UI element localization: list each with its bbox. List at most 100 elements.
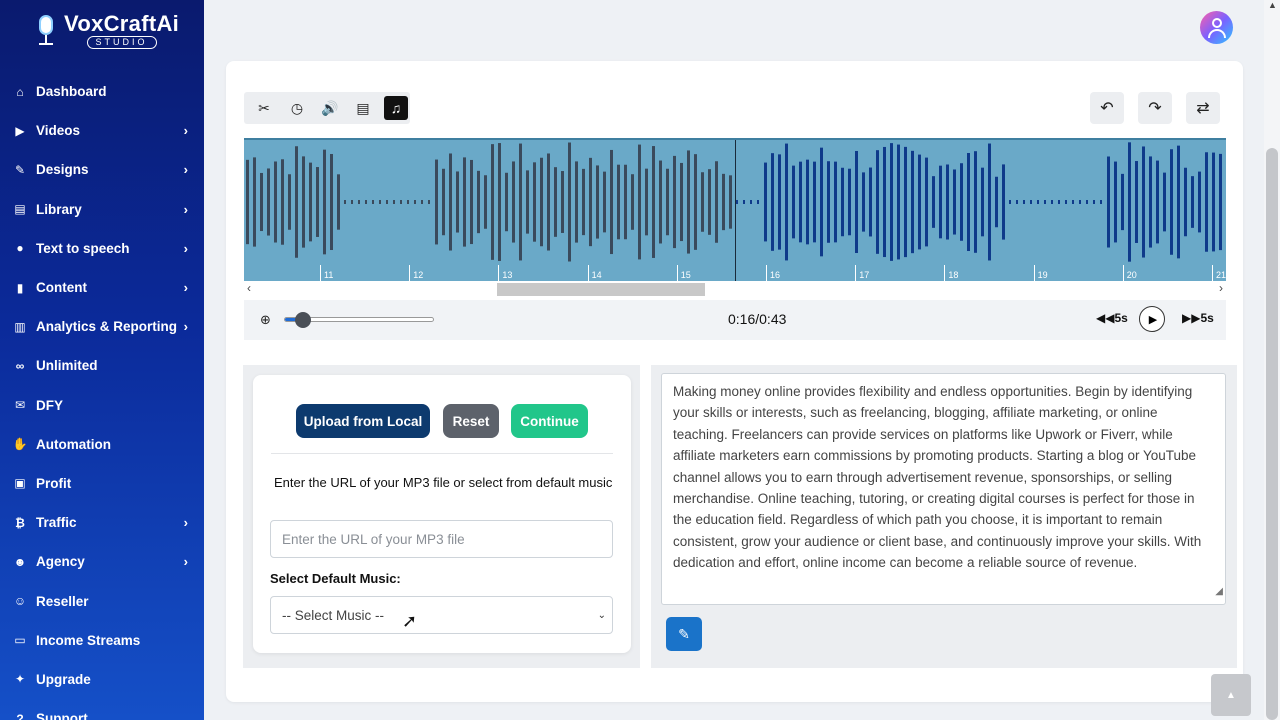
sidebar-item-agency[interactable]: ☻ Agency › xyxy=(0,542,204,581)
design-icon: ✎ xyxy=(14,162,26,177)
script-textarea[interactable]: Making money online provides flexibility… xyxy=(661,373,1226,605)
volume-icon[interactable]: 🔊 xyxy=(318,96,342,120)
wrench-icon: ✦ xyxy=(14,672,26,687)
waveform-scrollbar[interactable]: ‹ › xyxy=(244,281,1226,297)
sidebar-item-income-streams[interactable]: ▭ Income Streams xyxy=(0,621,204,660)
forward-button[interactable]: ▶▶5s xyxy=(1182,311,1214,325)
waveform-scroll-thumb[interactable] xyxy=(497,283,705,296)
file-audio-icon[interactable]: ▤ xyxy=(351,96,375,120)
waveform-bar xyxy=(652,146,655,258)
waveform-bar xyxy=(736,200,738,204)
waveform-bar xyxy=(288,174,291,230)
chevron-right-icon: › xyxy=(183,123,188,139)
waveform-bar xyxy=(1177,145,1180,259)
waveform-bar xyxy=(995,176,998,228)
zoom-slider-knob[interactable] xyxy=(294,312,311,328)
scroll-to-top-button[interactable]: ▲ xyxy=(1211,674,1251,716)
sidebar-item-upgrade[interactable]: ✦ Upgrade xyxy=(0,660,204,699)
waveform-bar xyxy=(1030,200,1032,204)
rewind-button[interactable]: ◀◀5s xyxy=(1096,311,1128,325)
waveform-bar xyxy=(981,167,984,237)
timeline-tick-label: 11 xyxy=(324,270,334,280)
sidebar-item-library[interactable]: ▤ Library › xyxy=(0,190,204,229)
sidebar-item-designs[interactable]: ✎ Designs › xyxy=(0,150,204,189)
waveform-bar xyxy=(1184,167,1187,237)
scroll-up-icon[interactable]: ▲ xyxy=(1268,0,1277,10)
sidebar-item-label: Profit xyxy=(36,475,72,491)
rewind-label: 5s xyxy=(1114,311,1128,325)
zoom-slider[interactable] xyxy=(284,312,434,328)
play-button[interactable]: ▶ xyxy=(1139,306,1165,332)
waveform-bar xyxy=(764,162,767,242)
waveform-bar xyxy=(498,143,501,261)
waveform-bar xyxy=(484,175,487,229)
edit-script-button[interactable]: ✎ xyxy=(666,617,702,651)
history-tools: ↶ ↷ ⇄ xyxy=(1090,92,1220,124)
undo-icon[interactable]: ↶ xyxy=(1090,92,1124,124)
page-scrollbar[interactable]: ▲ xyxy=(1264,0,1280,720)
waveform-bar xyxy=(834,161,837,243)
waveform-bar xyxy=(1002,164,1005,240)
waveform-bar xyxy=(1009,200,1011,204)
waveform-bar xyxy=(246,159,249,245)
timeline-tick-label: 19 xyxy=(1037,270,1048,280)
default-music-select[interactable]: -- Select Music -- ⌄ xyxy=(270,596,613,634)
waveform-bar xyxy=(414,200,416,204)
loop-icon[interactable]: ⇄ xyxy=(1186,92,1220,124)
sidebar-item-analytics-reporting[interactable]: ▥ Analytics & Reporting › xyxy=(0,307,204,346)
music-icon[interactable]: ♫ xyxy=(384,96,408,120)
scissors-icon[interactable]: ✂ xyxy=(252,96,276,120)
scroll-right-icon[interactable]: › xyxy=(1219,281,1223,295)
sidebar-item-unlimited[interactable]: ∞ Unlimited xyxy=(0,346,204,385)
waveform-bar xyxy=(624,164,627,240)
book-icon: ▤ xyxy=(14,202,26,217)
waveform-bar xyxy=(561,171,564,233)
waveform-bar xyxy=(456,171,459,233)
waveform-bar xyxy=(645,168,648,236)
playhead-cursor[interactable] xyxy=(735,140,736,281)
waveform-bar xyxy=(687,150,690,254)
sidebar-item-reseller[interactable]: ☺ Reseller xyxy=(0,581,204,620)
sidebar-item-dashboard[interactable]: ⌂ Dashboard xyxy=(0,72,204,111)
resize-handle-icon[interactable]: ◢ xyxy=(1215,581,1223,602)
sidebar-item-dfy[interactable]: ✉ DFY xyxy=(0,386,204,425)
brand-logo[interactable]: VoxCraftAi STUDIO xyxy=(0,0,204,62)
sidebar-item-automation[interactable]: ✋ Automation xyxy=(0,425,204,464)
waveform-bar xyxy=(925,157,928,247)
sidebar-item-label: DFY xyxy=(36,397,63,413)
gift-icon: ✉ xyxy=(14,398,26,413)
waveform-bar xyxy=(1065,200,1067,204)
timeline-tick-label: 13 xyxy=(502,270,513,280)
upload-local-button[interactable]: Upload from Local xyxy=(296,404,430,438)
mp3-url-input[interactable] xyxy=(270,520,613,558)
divider xyxy=(271,453,613,454)
page-scroll-thumb[interactable] xyxy=(1266,148,1278,720)
waveform[interactable]: 11 12 13 14 15 16 17 18 19 20 21 xyxy=(244,138,1226,281)
waveform-bar xyxy=(1058,200,1060,204)
redo-icon[interactable]: ↷ xyxy=(1138,92,1172,124)
chevron-down-icon: ⌄ xyxy=(597,610,606,621)
waveform-bar xyxy=(358,200,360,204)
sidebar-item-traffic[interactable]: ₿ Traffic › xyxy=(0,503,204,542)
sidebar-item-videos[interactable]: ▶ Videos › xyxy=(0,111,204,150)
sidebar-item-content[interactable]: ▮ Content › xyxy=(0,268,204,307)
sidebar-item-profit[interactable]: ▣ Profit xyxy=(0,464,204,503)
timeline-tick: 19 xyxy=(1033,265,1048,281)
users-icon: ☻ xyxy=(13,554,27,569)
reset-button[interactable]: Reset xyxy=(443,404,499,438)
waveform-bar xyxy=(386,200,388,204)
waveform-bar xyxy=(1072,200,1074,204)
waveform-bar xyxy=(827,161,830,243)
clock-icon[interactable]: ◷ xyxy=(285,96,309,120)
chart-icon: ▥ xyxy=(14,319,26,334)
timeline-tick: 14 xyxy=(587,265,602,281)
sidebar-item-support[interactable]: ? Support xyxy=(0,699,204,720)
waveform-bar xyxy=(589,157,592,247)
continue-button[interactable]: Continue xyxy=(511,404,588,438)
waveform-bar xyxy=(743,200,745,204)
user-avatar[interactable] xyxy=(1200,11,1233,44)
waveform-bar xyxy=(365,200,367,204)
waveform-bar xyxy=(708,169,711,235)
scroll-left-icon[interactable]: ‹ xyxy=(247,281,251,295)
sidebar-item-text-to-speech[interactable]: ● Text to speech › xyxy=(0,229,204,268)
